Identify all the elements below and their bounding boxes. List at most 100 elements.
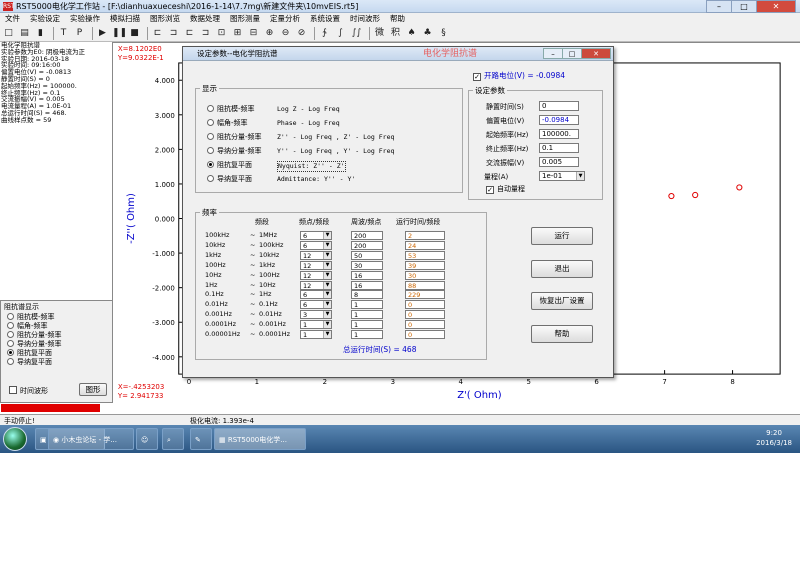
- clock[interactable]: 9:20 2016/3/18: [756, 428, 792, 448]
- cycles-input[interactable]: 200: [351, 231, 383, 240]
- cycles-input[interactable]: 1: [351, 330, 383, 339]
- cycles-input[interactable]: 200: [351, 240, 383, 250]
- display-option[interactable]: 幅角-频率: [207, 119, 248, 128]
- toolbar-button[interactable]: ⊐: [167, 27, 180, 40]
- toolbar-button[interactable]: ■: [128, 27, 141, 40]
- toolbar-button[interactable]: □: [2, 27, 15, 40]
- toolbar-button[interactable]: ▮: [34, 27, 47, 40]
- display-radio[interactable]: 阻抗复平面: [1, 349, 112, 358]
- menu-item[interactable]: 模拟扫描: [105, 13, 145, 25]
- setting-input[interactable]: 0.1: [539, 143, 579, 153]
- taskbar-item-qq[interactable]: ☺: [136, 428, 158, 450]
- cycles-input[interactable]: 30: [351, 260, 383, 270]
- dialog-close-button[interactable]: ✕: [581, 48, 611, 59]
- menu-item[interactable]: 图形浏览: [145, 13, 185, 25]
- toolbar-button[interactable]: ⊕: [263, 27, 276, 40]
- exit-button[interactable]: 退出: [531, 260, 593, 278]
- taskbar-item-app[interactable]: ✎: [190, 428, 212, 450]
- range-select[interactable]: 1e-01 ▼: [539, 171, 585, 181]
- setting-input[interactable]: 0: [539, 101, 579, 111]
- points-select[interactable]: 6 ▼: [300, 290, 332, 300]
- toolbar-button[interactable]: ⊖: [279, 27, 292, 40]
- restore-defaults-button[interactable]: 恢复出厂设置: [531, 292, 593, 310]
- toolbar-button[interactable]: ▤: [18, 27, 31, 40]
- display-option[interactable]: 阻抗模-频率: [207, 105, 255, 114]
- toolbar-button[interactable]: T: [57, 27, 70, 40]
- toolbar-button[interactable]: 积: [389, 27, 402, 40]
- menu-item[interactable]: 实验设定: [25, 13, 65, 25]
- toolbar-button[interactable]: ⊏: [151, 27, 164, 40]
- toolbar-button[interactable]: ⊞: [231, 27, 244, 40]
- toolbar-button[interactable]: ♣: [421, 27, 434, 40]
- points-select[interactable]: 6 ▼: [300, 231, 332, 240]
- points-select[interactable]: 12 ▼: [300, 270, 332, 280]
- cycles-input[interactable]: 1: [351, 300, 383, 310]
- display-radio[interactable]: 导纳分量-频率: [1, 340, 112, 349]
- close-button[interactable]: ✕: [756, 0, 796, 13]
- time-wave-label: 时间波形: [20, 387, 48, 395]
- cycles-input[interactable]: 1: [351, 320, 383, 330]
- toolbar-button[interactable]: ⊡: [215, 27, 228, 40]
- cycles-input[interactable]: 16: [351, 270, 383, 280]
- dialog-maximize-button[interactable]: □: [562, 48, 582, 59]
- toolbar-button[interactable]: ∫: [334, 27, 347, 40]
- toolbar-button[interactable]: ▶: [96, 27, 109, 40]
- setting-input[interactable]: -0.0984: [539, 115, 579, 125]
- menu-item[interactable]: 定量分析: [265, 13, 305, 25]
- maximize-button[interactable]: □: [731, 0, 757, 13]
- menu-item[interactable]: 帮助: [385, 13, 410, 25]
- points-select[interactable]: 12 ▼: [300, 280, 332, 290]
- toolbar-button[interactable]: ⊐: [199, 27, 212, 40]
- points-select[interactable]: 12 ▼: [300, 260, 332, 270]
- auto-range-checkbox[interactable]: ✓ 自动量程: [486, 185, 525, 194]
- minimize-button[interactable]: –: [706, 0, 732, 13]
- figure-button[interactable]: 图形: [79, 383, 107, 396]
- time-output: 30: [405, 270, 445, 280]
- display-option[interactable]: 导纳复平面: [207, 175, 252, 184]
- display-radio[interactable]: 幅角-频率: [1, 322, 112, 331]
- taskbar-item-rst5000[interactable]: ▦ RST5000电化学...: [214, 428, 306, 450]
- display-radio[interactable]: 阻抗分量-频率: [1, 331, 112, 340]
- start-button[interactable]: [3, 427, 27, 451]
- toolbar-button[interactable]: ∫∫: [350, 27, 363, 40]
- menu-item[interactable]: 图形测量: [225, 13, 265, 25]
- toolbar-button[interactable]: ♠: [405, 27, 418, 40]
- toolbar-button[interactable]: ⊘: [295, 27, 308, 40]
- menu-item[interactable]: 文件: [0, 13, 25, 25]
- menu-item[interactable]: 系统设置: [305, 13, 345, 25]
- menu-item[interactable]: 数据处理: [185, 13, 225, 25]
- points-select[interactable]: 3 ▼: [300, 310, 332, 320]
- display-option[interactable]: 阻抗复平面: [207, 161, 252, 170]
- cycles-input[interactable]: 50: [351, 250, 383, 260]
- run-button[interactable]: 运行: [531, 227, 593, 245]
- toolbar-button[interactable]: ⊟: [247, 27, 260, 40]
- display-radio[interactable]: 导纳复平面: [1, 358, 112, 367]
- toolbar-button[interactable]: P: [73, 27, 86, 40]
- setting-input[interactable]: 0.005: [539, 157, 579, 167]
- taskbar-item-search[interactable]: ⌕: [162, 428, 184, 450]
- display-option[interactable]: 阻抗分量-频率: [207, 133, 262, 142]
- time-wave-checkbox[interactable]: 时间波形: [3, 386, 48, 396]
- toolbar-button[interactable]: ⊏: [183, 27, 196, 40]
- toolbar-button[interactable]: ∱: [318, 27, 331, 40]
- points-select[interactable]: 1 ▼: [300, 330, 332, 339]
- menu-item[interactable]: 实验操作: [65, 13, 105, 25]
- open-potential-checkbox[interactable]: ✓ 开路电位(V) = -0.0984: [473, 71, 565, 81]
- display-option[interactable]: 导纳分量-频率: [207, 147, 262, 156]
- display-radio[interactable]: 阻抗模-频率: [1, 313, 112, 322]
- points-select[interactable]: 6 ▼: [300, 240, 332, 250]
- cycles-input[interactable]: 16: [351, 280, 383, 290]
- points-select[interactable]: 1 ▼: [300, 320, 332, 330]
- cycles-input[interactable]: 8: [351, 290, 383, 300]
- menu-item[interactable]: 时间波形: [345, 13, 385, 25]
- setting-input[interactable]: 100000.: [539, 129, 579, 139]
- help-button[interactable]: 帮助: [531, 325, 593, 343]
- toolbar-button[interactable]: 微: [373, 27, 386, 40]
- dialog-minimize-button[interactable]: –: [543, 48, 563, 59]
- points-select[interactable]: 12 ▼: [300, 250, 332, 260]
- toolbar-button[interactable]: ❚❚: [112, 27, 127, 40]
- cycles-input[interactable]: 1: [351, 310, 383, 320]
- toolbar-button[interactable]: §: [437, 27, 450, 40]
- taskbar-item-forum[interactable]: ◉ 小木虫论坛 - 学...: [48, 428, 134, 450]
- points-select[interactable]: 6 ▼: [300, 300, 332, 310]
